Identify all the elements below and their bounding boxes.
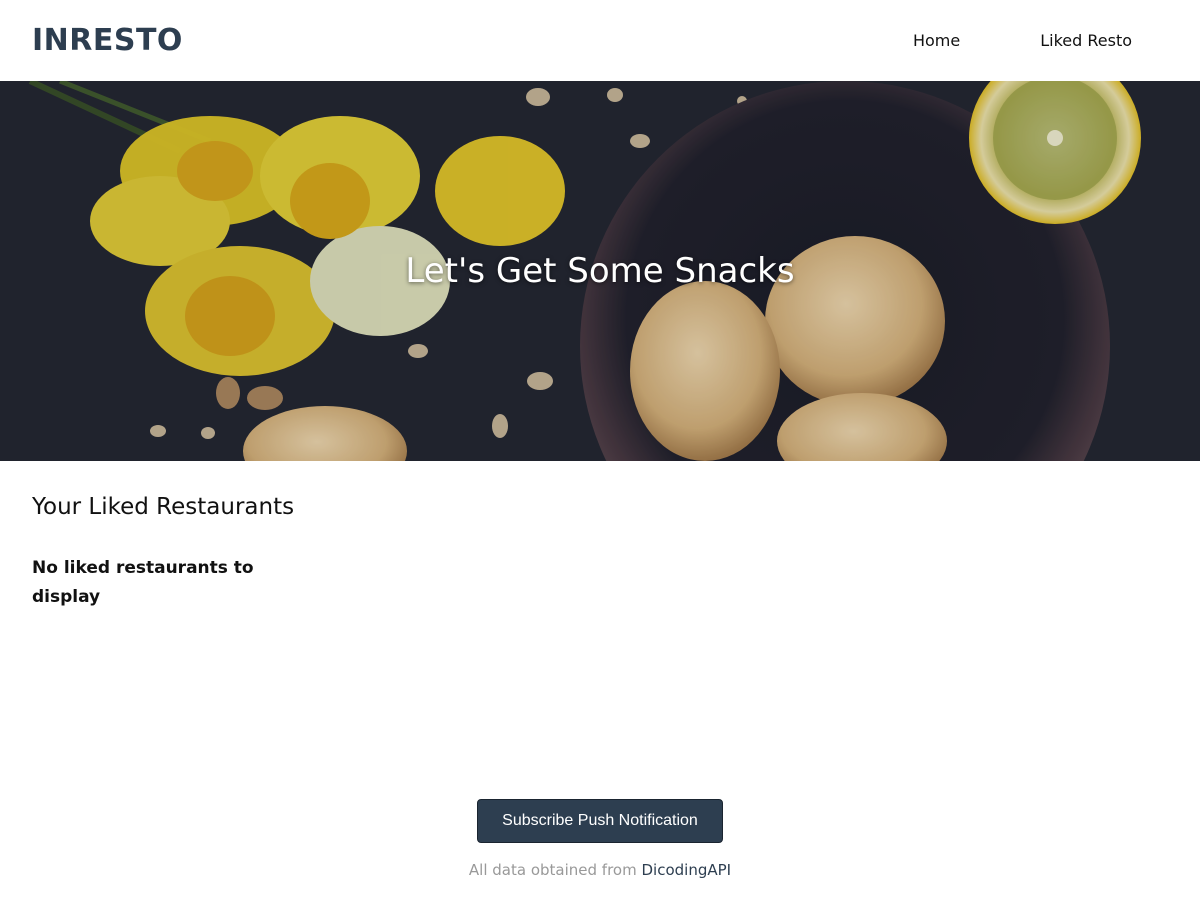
nav-link-home[interactable]: Home — [913, 31, 960, 50]
subscribe-push-button[interactable]: Subscribe Push Notification — [477, 799, 723, 843]
hero-banner: Let's Get Some Snacks — [0, 81, 1200, 461]
liked-restaurants-section: Your Liked Restaurants No liked restaura… — [32, 494, 1132, 612]
dicoding-api-link[interactable]: DicodingAPI — [641, 861, 731, 879]
main-nav: Home Liked Resto — [833, 31, 1168, 50]
nav-link-liked-resto[interactable]: Liked Resto — [1040, 31, 1132, 50]
hero-title: Let's Get Some Snacks — [405, 251, 795, 291]
footer-credit-prefix: All data obtained from — [468, 861, 642, 879]
section-title: Your Liked Restaurants — [32, 494, 295, 520]
footer-credit: All data obtained from DicodingAPI — [0, 861, 1200, 879]
page: INRESTO Home Liked Resto Let's Get Some … — [0, 0, 1200, 900]
app-header: INRESTO Home Liked Resto — [0, 0, 1200, 81]
empty-state-message: No liked restaurants to display — [32, 558, 254, 607]
brand-logo[interactable]: INRESTO — [32, 23, 183, 58]
